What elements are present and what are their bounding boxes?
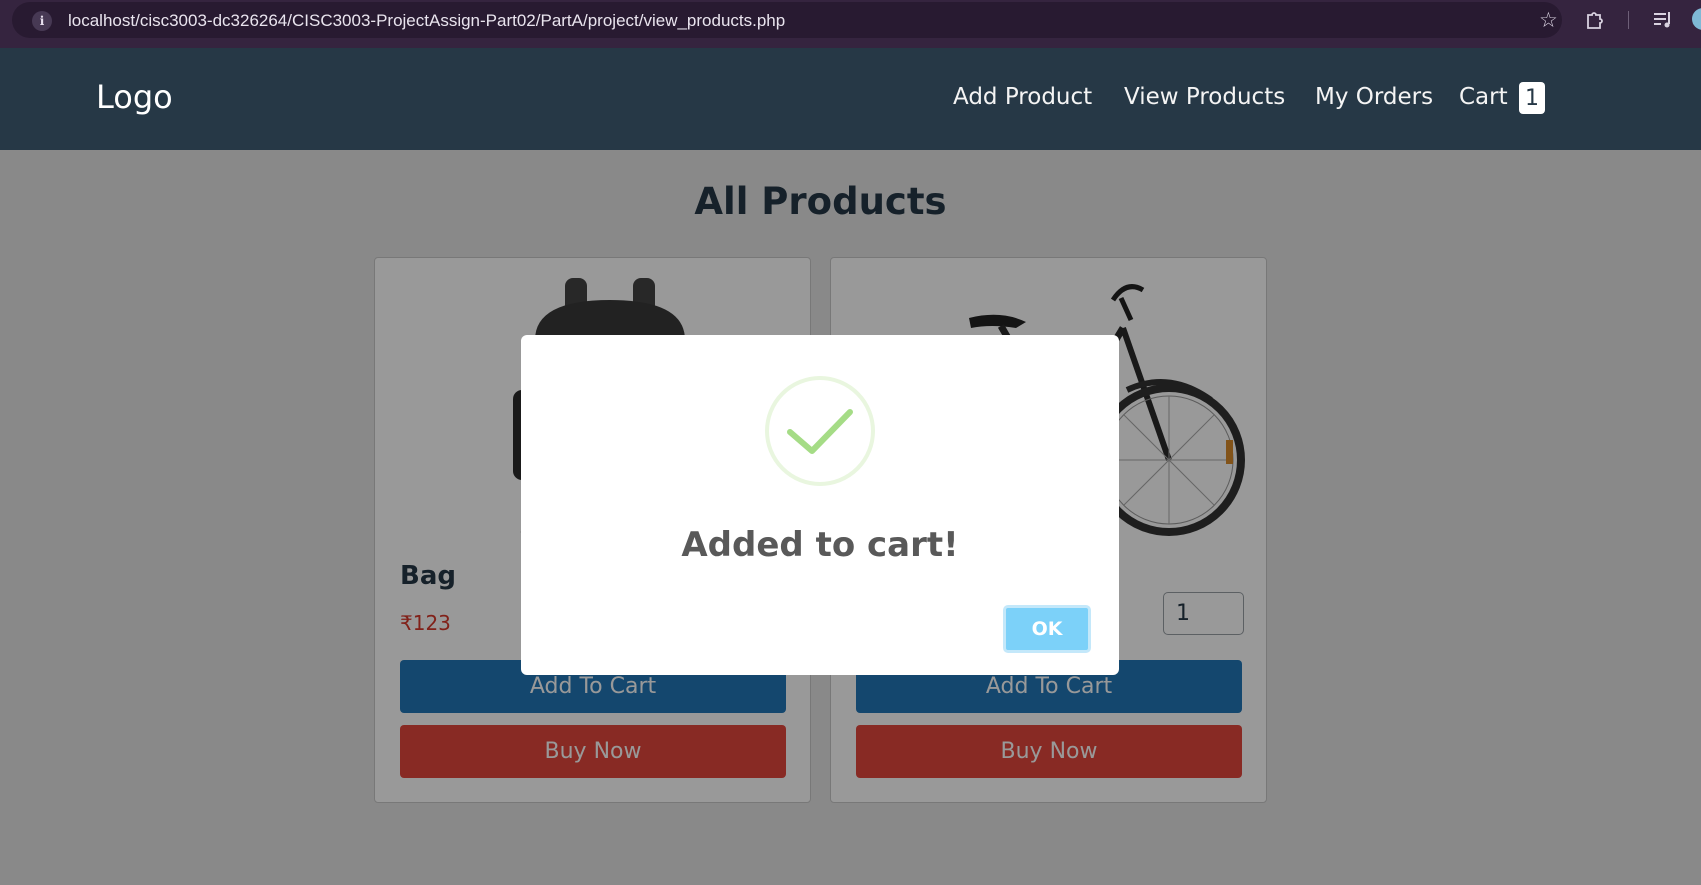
browser-toolbar: i localhost/cisc3003-dc326264/CISC3003-P… [0, 0, 1701, 48]
extension-icon[interactable] [1584, 9, 1606, 31]
toolbar-divider [1628, 11, 1629, 29]
nav-my-orders[interactable]: My Orders [1315, 84, 1433, 110]
site-navbar: Logo Add Product View Products My Orders… [0, 48, 1701, 150]
check-icon [787, 409, 853, 454]
profile-avatar[interactable] [1692, 8, 1701, 30]
nav-view-products[interactable]: View Products [1124, 84, 1285, 110]
ok-button[interactable]: OK [1003, 605, 1091, 653]
success-dialog: Added to cart! OK [521, 335, 1119, 675]
cart-count-badge[interactable]: 1 [1519, 82, 1545, 114]
address-bar[interactable]: i localhost/cisc3003-dc326264/CISC3003-P… [12, 2, 1562, 38]
nav-add-product[interactable]: Add Product [953, 84, 1092, 110]
site-info-icon[interactable]: i [32, 11, 52, 31]
media-queue-icon[interactable] [1652, 10, 1674, 30]
star-icon[interactable]: ☆ [1539, 9, 1558, 31]
dialog-title: Added to cart! [681, 525, 959, 565]
nav-cart[interactable]: Cart [1459, 84, 1508, 110]
site-logo[interactable]: Logo [96, 78, 173, 116]
url-text[interactable]: localhost/cisc3003-dc326264/CISC3003-Pro… [68, 11, 785, 31]
